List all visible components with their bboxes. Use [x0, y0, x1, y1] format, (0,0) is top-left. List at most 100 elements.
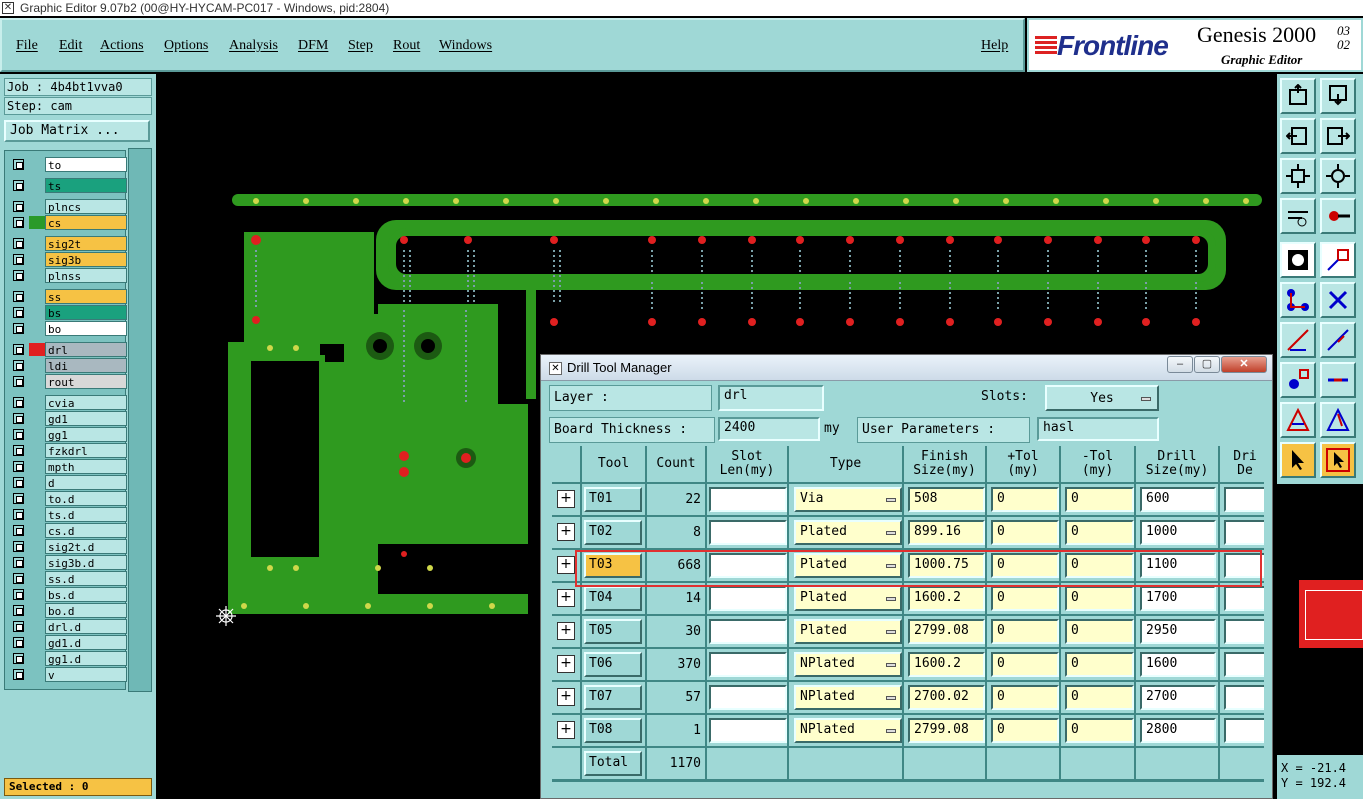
zoom-bottom-icon[interactable] [1320, 78, 1356, 114]
plus-tol-input[interactable]: 0 [991, 718, 1059, 743]
layer-row-bs[interactable]: bs [9, 305, 127, 320]
layer-row-v[interactable]: v [9, 667, 127, 682]
tool-type-select[interactable]: NPlated [794, 685, 902, 710]
layer-row-sig3b-d[interactable]: sig3b.d [9, 555, 127, 570]
layer-checkbox[interactable] [13, 525, 24, 536]
drill-size-input[interactable]: 600 [1140, 487, 1216, 512]
tool-name[interactable]: T01 [584, 487, 642, 512]
minus-tol-input[interactable]: 0 [1065, 586, 1134, 611]
menu-windows[interactable]: Windows [439, 38, 492, 54]
layer-row-rout[interactable]: rout [9, 374, 127, 389]
plus-tol-input[interactable]: 0 [991, 619, 1059, 644]
slots-select[interactable]: Yes [1045, 385, 1159, 411]
expand-row-icon[interactable]: + [557, 556, 575, 574]
tool-name[interactable]: T06 [584, 652, 642, 677]
layer-row-cs[interactable]: cs [9, 215, 127, 230]
layer-checkbox[interactable] [13, 254, 24, 265]
layer-checkbox[interactable] [13, 159, 24, 170]
snap-tool-icon[interactable] [1320, 198, 1356, 234]
pan-right-icon[interactable] [1320, 118, 1356, 154]
layer-input[interactable]: drl [718, 385, 824, 411]
expand-row-icon[interactable]: + [557, 490, 575, 508]
layer-row-ldi[interactable]: ldi [9, 358, 127, 373]
layer-list-scrollbar[interactable] [128, 148, 152, 692]
table-scrollbar[interactable] [1264, 446, 1272, 782]
user-parameters-input[interactable]: hasl [1037, 417, 1159, 441]
drill-depth-input[interactable] [1224, 586, 1264, 611]
triangle-red-icon[interactable] [1280, 402, 1316, 438]
pointer-box-icon[interactable] [1320, 442, 1356, 478]
layer-checkbox[interactable] [13, 323, 24, 334]
tool-type-select[interactable]: Plated [794, 619, 902, 644]
layer-checkbox[interactable] [13, 429, 24, 440]
layer-checkbox[interactable] [13, 477, 24, 488]
layer-checkbox[interactable] [13, 270, 24, 281]
tool-type-select[interactable]: Plated [794, 586, 902, 611]
drill-size-input[interactable]: 2950 [1140, 619, 1216, 644]
tool-name[interactable]: T07 [584, 685, 642, 710]
drill-depth-input[interactable] [1224, 718, 1264, 743]
menu-actions[interactable]: Actions [100, 38, 144, 54]
tool-type-select[interactable]: Via [794, 487, 902, 512]
fill-mode-icon[interactable] [1280, 242, 1316, 278]
layer-row-gg1-d[interactable]: gg1.d [9, 651, 127, 666]
expand-row-icon[interactable]: + [557, 523, 575, 541]
drill-depth-input[interactable] [1224, 619, 1264, 644]
layer-checkbox[interactable] [13, 413, 24, 424]
plus-tol-input[interactable]: 0 [991, 487, 1059, 512]
layer-row-ss[interactable]: ss [9, 289, 127, 304]
menu-step[interactable]: Step [348, 38, 373, 54]
layer-checkbox[interactable] [13, 653, 24, 664]
layer-checkbox[interactable] [13, 291, 24, 302]
layer-row-sig2t[interactable]: sig2t [9, 236, 127, 251]
line-red-icon[interactable] [1280, 322, 1316, 358]
expand-row-icon[interactable]: + [557, 589, 575, 607]
menu-analysis[interactable]: Analysis [229, 38, 278, 54]
tool-name[interactable]: T08 [584, 718, 642, 743]
segment-icon[interactable] [1320, 362, 1356, 398]
minus-tol-input[interactable]: 0 [1065, 685, 1134, 710]
slot-length-input[interactable] [709, 520, 787, 545]
slot-length-input[interactable] [709, 685, 787, 710]
triangle-blue-icon[interactable] [1320, 402, 1356, 438]
finish-size-input[interactable]: 1600.2 [908, 652, 985, 677]
minimize-button[interactable]: – [1167, 356, 1193, 373]
close-button[interactable]: ✕ [1221, 356, 1267, 373]
tool-name[interactable]: T02 [584, 520, 642, 545]
layer-row-drl-d[interactable]: drl.d [9, 619, 127, 634]
minus-tol-input[interactable]: 0 [1065, 619, 1134, 644]
finish-size-input[interactable]: 2700.02 [908, 685, 985, 710]
menu-options[interactable]: Options [164, 38, 208, 54]
layer-row-fzkdrl[interactable]: fzkdrl [9, 443, 127, 458]
layer-row-bo[interactable]: bo [9, 321, 127, 336]
layer-checkbox[interactable] [13, 180, 24, 191]
pan-left-icon[interactable] [1280, 118, 1316, 154]
drill-size-input[interactable]: 1600 [1140, 652, 1216, 677]
expand-row-icon[interactable]: + [557, 655, 575, 673]
layer-checkbox[interactable] [13, 445, 24, 456]
layer-checkbox[interactable] [13, 344, 24, 355]
layer-row-plncs[interactable]: plncs [9, 199, 127, 214]
slot-length-input[interactable] [709, 586, 787, 611]
layer-row-drl[interactable]: drl [9, 342, 127, 357]
drill-size-input[interactable]: 2800 [1140, 718, 1216, 743]
plus-tol-input[interactable]: 0 [991, 586, 1059, 611]
zoom-center-icon[interactable] [1320, 158, 1356, 194]
drill-size-input[interactable]: 1000 [1140, 520, 1216, 545]
pointer-select-icon[interactable] [1280, 442, 1316, 478]
layer-row-to[interactable]: to [9, 157, 127, 172]
layer-row-ts-d[interactable]: ts.d [9, 507, 127, 522]
minus-tol-input[interactable]: 0 [1065, 520, 1134, 545]
pad-select-icon[interactable] [1280, 362, 1316, 398]
expand-row-icon[interactable]: + [557, 721, 575, 739]
layer-checkbox[interactable] [13, 621, 24, 632]
layer-checkbox[interactable] [13, 669, 24, 680]
layer-row-gd1-d[interactable]: gd1.d [9, 635, 127, 650]
layer-checkbox[interactable] [13, 557, 24, 568]
drill-size-input[interactable]: 2700 [1140, 685, 1216, 710]
layer-row-mpth[interactable]: mpth [9, 459, 127, 474]
minus-tol-input[interactable]: 0 [1065, 487, 1134, 512]
slot-length-input[interactable] [709, 619, 787, 644]
drill-depth-input[interactable] [1224, 487, 1264, 512]
layer-checkbox[interactable] [13, 201, 24, 212]
